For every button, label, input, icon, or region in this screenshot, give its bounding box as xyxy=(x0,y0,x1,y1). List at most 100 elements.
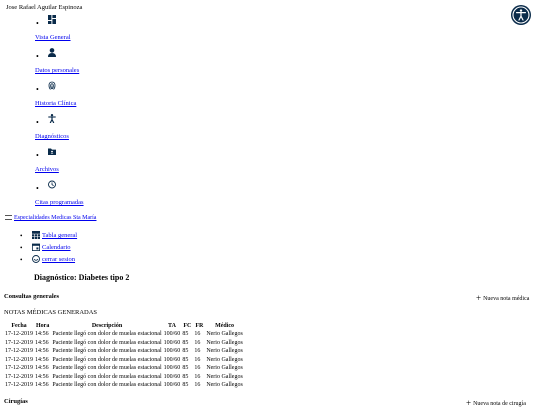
cell-descripcion: Paciente llegó con dolor de muelas estac… xyxy=(52,373,162,380)
cell-fc: 85 xyxy=(182,331,189,338)
column-header-fc: FC xyxy=(183,322,192,329)
cell-fr: 16 xyxy=(194,339,201,346)
logout-icon xyxy=(32,255,40,263)
list-bullet: • xyxy=(36,19,39,28)
page-title: Diagnóstico: Diabetes tipo 2 xyxy=(34,273,130,282)
brand-name[interactable]: Especialidades Medicas Sta María xyxy=(14,215,96,221)
cell-hora: 14:56 xyxy=(35,348,49,355)
cell-fr: 16 xyxy=(194,365,201,372)
cell-ta: 100/60 xyxy=(163,382,181,389)
cell-ta: 100/60 xyxy=(163,373,181,380)
cell-hora: 14:56 xyxy=(35,382,49,389)
notes-table-title: NOTAS MÉDICAS GENERADAS xyxy=(4,309,98,316)
section-title-consultas: Consultas generales xyxy=(4,293,60,300)
cell-fr: 16 xyxy=(194,356,201,363)
accessibility-button[interactable] xyxy=(511,5,531,25)
column-header-descripcion: Descripción xyxy=(91,322,123,329)
cell-fecha: 17-12-2019 xyxy=(5,382,33,389)
list-bullet: • xyxy=(20,256,23,264)
cell-fc: 85 xyxy=(182,348,189,355)
cell-ta: 100/60 xyxy=(163,331,181,338)
notes-table: Fecha Hora Descripción TA FC FR Médico 1… xyxy=(4,322,244,390)
cell-ta: 100/60 xyxy=(163,348,181,355)
cell-ta: 100/60 xyxy=(163,356,181,363)
nav-link-diagnosticos[interactable]: Diagnósticos xyxy=(35,133,69,140)
user-icon xyxy=(48,48,56,57)
cell-hora: 14:56 xyxy=(35,373,49,380)
list-bullet: • xyxy=(20,232,23,240)
cell-medico: Nerio Gallegos xyxy=(206,373,243,380)
cell-descripcion: Paciente llegó con dolor de muelas estac… xyxy=(52,348,162,355)
new-surgery-note-button[interactable]: + Nueva nota de cirugía xyxy=(466,398,526,408)
nav-item-citas-programadas[interactable]: • Citas programadas xyxy=(0,179,200,207)
cell-fc: 85 xyxy=(182,373,189,380)
table-icon xyxy=(32,231,40,239)
cell-fecha: 17-12-2019 xyxy=(5,331,33,338)
cell-ta: 100/60 xyxy=(163,365,181,372)
brand-link[interactable]: Especialidades Medicas Sta María xyxy=(5,215,96,222)
sub-nav-link-cerrar-sesion[interactable]: cerrar sesion xyxy=(42,256,75,263)
folder-icon xyxy=(48,148,56,155)
nav-link-vista-general[interactable]: Vista General xyxy=(35,34,71,41)
sub-nav-link-tabla-general[interactable]: Tabla general xyxy=(42,232,77,239)
menu-toggle-icon[interactable] xyxy=(5,215,12,221)
table-row: 17-12-2019 14:56 Paciente llegó con dolor … xyxy=(4,339,244,348)
nav-item-vista-general[interactable]: • Vista General xyxy=(0,14,200,42)
nav-item-datos-personales[interactable]: • Datos personales xyxy=(0,47,200,75)
cell-fc: 85 xyxy=(182,365,189,372)
nav-item-diagnosticos[interactable]: • Diagnósticos xyxy=(0,113,200,141)
cell-medico: Nerio Gallegos xyxy=(206,348,243,355)
cell-descripcion: Paciente llegó con dolor de muelas estac… xyxy=(52,365,162,372)
column-header-hora: Hora xyxy=(36,322,50,329)
user-name: Jose Rafael Aguilar Espinoza xyxy=(6,4,83,11)
nav-link-datos-personales[interactable]: Datos personales xyxy=(35,67,79,74)
cell-fecha: 17-12-2019 xyxy=(5,356,33,363)
cell-fecha: 17-12-2019 xyxy=(5,348,33,355)
cell-hora: 14:56 xyxy=(35,339,49,346)
new-note-label: Nueva nota médica xyxy=(483,296,530,302)
list-bullet: • xyxy=(36,118,39,127)
nav-item-archivos[interactable]: • Archivos xyxy=(0,146,200,174)
cell-fecha: 17-12-2019 xyxy=(5,339,33,346)
table-row: 17-12-2019 14:56 Paciente llegó con dolor … xyxy=(4,331,244,340)
cell-fecha: 17-12-2019 xyxy=(5,365,33,372)
list-bullet: • xyxy=(20,244,23,252)
column-header-fecha: Fecha xyxy=(11,322,27,329)
nav-item-historia-clinica[interactable]: • Historia Clínica xyxy=(0,80,200,108)
nav-link-citas-programadas[interactable]: Citas programadas xyxy=(35,199,84,206)
list-bullet: • xyxy=(36,184,39,193)
nav-link-historia-clinica[interactable]: Historia Clínica xyxy=(35,100,76,107)
new-note-button[interactable]: + Nueva nota médica xyxy=(476,293,529,303)
section-title-cirugias: Cirugías xyxy=(4,398,28,405)
cell-medico: Nerio Gallegos xyxy=(206,331,243,338)
nav-link-archivos[interactable]: Archivos xyxy=(35,166,59,173)
column-header-medico: Médico xyxy=(215,322,235,329)
list-bullet: • xyxy=(36,52,39,61)
column-header-ta: TA xyxy=(168,322,176,329)
cell-fr: 16 xyxy=(194,348,201,355)
cell-fc: 85 xyxy=(182,339,189,346)
clock-icon xyxy=(48,180,56,189)
cell-medico: Nerio Gallegos xyxy=(206,382,243,389)
new-surgery-note-label: Nueva nota de cirugía xyxy=(473,401,526,407)
cell-fr: 16 xyxy=(194,373,201,380)
table-row: 17-12-2019 14:56 Paciente llegó con dolor … xyxy=(4,382,244,391)
table-row: 17-12-2019 14:56 Paciente llegó con dolor … xyxy=(4,348,244,357)
cell-fc: 85 xyxy=(182,356,189,363)
cell-descripcion: Paciente llegó con dolor de muelas estac… xyxy=(52,382,162,389)
sub-nav-link-calendario[interactable]: Calendario xyxy=(42,244,71,251)
cell-fr: 16 xyxy=(194,331,201,338)
plus-icon: + xyxy=(466,398,472,408)
cell-medico: Nerio Gallegos xyxy=(206,356,243,363)
cell-medico: Nerio Gallegos xyxy=(206,339,243,346)
cell-descripcion: Paciente llegó con dolor de muelas estac… xyxy=(52,331,162,338)
dashboard-icon xyxy=(48,15,56,24)
table-row: 17-12-2019 14:56 Paciente llegó con dolor … xyxy=(4,373,244,382)
cell-descripcion: Paciente llegó con dolor de muelas estac… xyxy=(52,356,162,363)
cell-ta: 100/60 xyxy=(163,339,181,346)
list-bullet: • xyxy=(36,85,39,94)
calendar-icon xyxy=(32,243,40,251)
table-row: 17-12-2019 14:56 Paciente llegó con dolor … xyxy=(4,356,244,365)
cell-hora: 14:56 xyxy=(35,331,49,338)
cell-fr: 16 xyxy=(194,382,201,389)
